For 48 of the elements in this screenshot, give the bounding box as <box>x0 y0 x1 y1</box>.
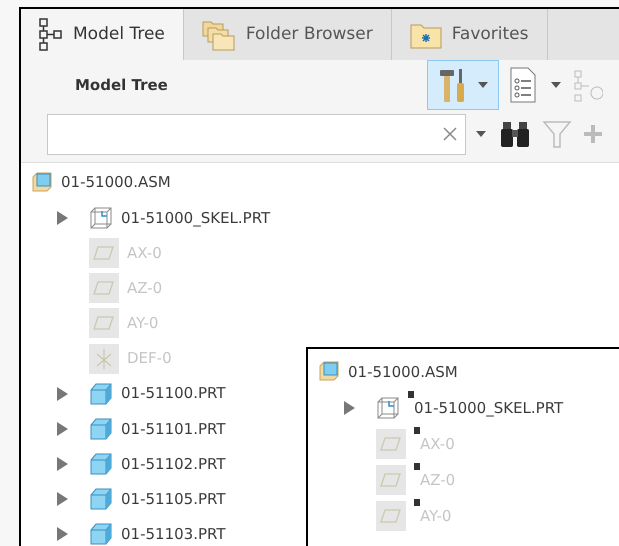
expand-arrow-icon[interactable] <box>344 401 355 415</box>
tree-item[interactable]: 01-51000_SKEL.PRT <box>121 206 270 230</box>
marker-icon <box>414 463 420 470</box>
expand-arrow-icon[interactable] <box>57 386 68 401</box>
tools-dropdown-button[interactable] <box>427 60 499 110</box>
expand-arrow-icon[interactable] <box>57 492 68 506</box>
cube-icon <box>89 416 113 441</box>
tree-item[interactable]: 01-51100.PRT <box>121 382 226 405</box>
panel-title: Model Tree <box>75 74 169 96</box>
caret-icon[interactable] <box>476 131 486 137</box>
datum-plane-icon <box>89 238 119 268</box>
cube-icon <box>89 522 113 546</box>
skeleton-part-icon <box>89 206 113 230</box>
tab[interactable]: Model Tree <box>21 9 184 60</box>
marker-icon <box>408 391 414 398</box>
expand-arrow-icon[interactable] <box>57 422 68 436</box>
tree-item[interactable]: 01-51000.ASM <box>61 171 171 194</box>
tree-item[interactable]: 01-51101.PRT <box>121 418 226 440</box>
datum-plane-icon <box>376 465 406 495</box>
caret-icon <box>551 82 561 88</box>
tree-item[interactable]: 01-51105.PRT <box>121 488 226 511</box>
tree-item[interactable]: 01-51000_SKEL.PRT <box>414 396 564 420</box>
skeleton-part-icon <box>376 396 400 420</box>
document-list-icon <box>509 67 537 103</box>
marker-icon <box>414 427 420 434</box>
cube-icon <box>89 382 113 406</box>
tree-item[interactable]: 01-51102.PRT <box>121 452 226 476</box>
datum-plane-icon <box>89 308 119 338</box>
datum-plane-icon <box>376 501 406 531</box>
coordinate-system-icon <box>89 344 119 374</box>
assembly-icon <box>31 172 53 194</box>
expand-arrow-icon[interactable] <box>57 457 68 472</box>
expand-arrow-icon[interactable] <box>57 210 68 225</box>
expand-arrow-icon[interactable] <box>57 527 68 542</box>
assembly-icon <box>318 361 340 383</box>
marker-icon <box>414 499 420 506</box>
tree-structure-icon <box>39 18 63 52</box>
datum-plane-icon <box>89 273 119 304</box>
caret-icon <box>478 82 488 88</box>
search-field[interactable] <box>47 114 466 154</box>
list-dropdown-button[interactable] <box>509 67 561 103</box>
tree-item[interactable]: 01-51000.ASM <box>348 360 458 384</box>
datum-plane-icon <box>376 429 406 459</box>
tree-item[interactable]: 01-51103.PRT <box>121 523 226 546</box>
cube-icon <box>89 487 113 512</box>
cube-icon <box>89 452 113 476</box>
binoculars-icon[interactable] <box>500 120 530 148</box>
clear-icon[interactable] <box>443 127 457 141</box>
